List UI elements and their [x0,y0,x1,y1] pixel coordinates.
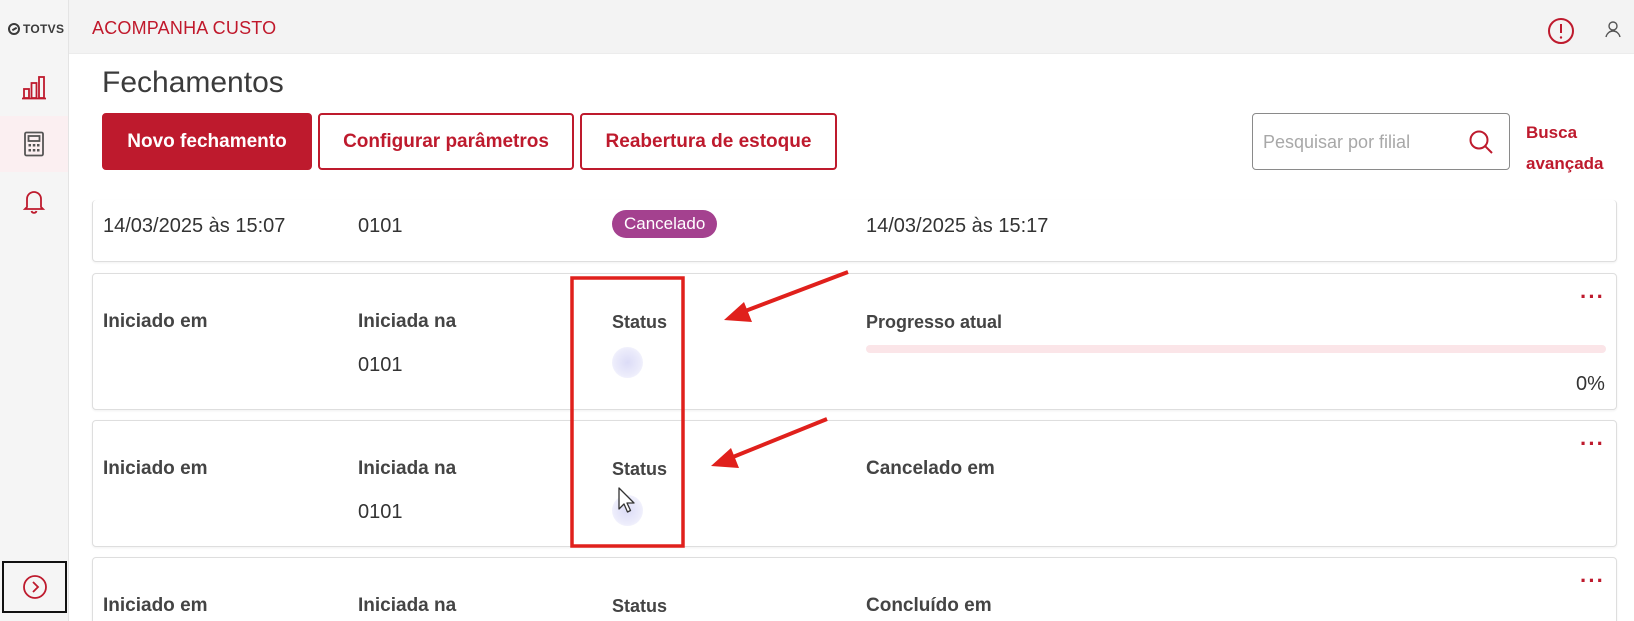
mouse-cursor-icon [618,487,635,513]
branch-value: 0101 [358,354,403,376]
branch-search-input[interactable] [1263,128,1458,156]
advanced-search-link[interactable]: Busca avançada [1526,117,1618,179]
configure-parameters-button[interactable]: Configurar parâmetros [318,113,574,170]
closing-card: ··· Iniciado em Iniciada na 0101 Status … [92,273,1617,410]
branch-search [1252,113,1510,170]
started-label: Iniciado em [103,458,208,479]
progress-percent: 0% [1576,373,1605,395]
branch-value: 0101 [358,501,403,523]
sidebar-item-closings[interactable] [0,116,68,172]
status-label: Status [612,312,668,332]
progress-bar [866,345,1606,353]
top-bar: ACOMPANHA CUSTO [69,0,1634,54]
closing-card: ··· Iniciado em Iniciada na 0101 Status … [92,420,1617,547]
branch-label: Iniciada na [358,595,457,616]
user-icon[interactable] [1602,18,1624,40]
more-options-button[interactable]: ··· [1580,431,1605,457]
calculator-icon [24,131,44,157]
started-value: 14/03/2025 às 15:07 [103,215,286,237]
stock-reopening-button[interactable]: Reabertura de estoque [580,113,837,170]
page-title: Fechamentos [102,66,284,99]
started-label: Iniciado em [103,595,208,616]
more-options-button[interactable]: ··· [1580,568,1605,594]
logo-text: TOTVS [23,22,65,36]
branch-label: Iniciada na [358,311,457,332]
sidebar-item-reports[interactable] [0,59,68,115]
sidebar-item-notifications[interactable] [0,173,68,229]
progress-label: Progresso atual [866,312,1003,332]
sidebar: TOTVS [0,0,69,621]
bar-chart-icon [22,76,46,100]
advanced-search-line1: Busca [1526,123,1578,142]
advanced-search-line2: avançada [1526,154,1604,173]
new-closing-button[interactable]: Novo fechamento [102,113,312,170]
sidebar-expand-button[interactable] [2,561,67,613]
end-label: Cancelado em [866,458,995,479]
status-badge: Cancelado [612,210,718,238]
end-label: Concluído em [866,595,992,616]
chevron-right-circle-icon [22,575,47,599]
branch-value: 0101 [358,215,403,237]
branch-label: Iniciada na [358,458,457,479]
status-label: Status [612,596,668,616]
end-value: 14/03/2025 às 15:17 [866,215,1049,237]
started-label: Iniciado em [103,311,208,332]
totvs-logo-icon [8,23,20,35]
closing-card: ··· Iniciado em Iniciada na Status Concl… [92,557,1617,621]
bell-icon [22,191,46,214]
status-label: Status [612,459,668,479]
closing-card: 14/03/2025 às 15:07 0101 Cancelado 14/03… [92,200,1617,262]
app-title: ACOMPANHA CUSTO [92,18,277,38]
status-loading-indicator [612,347,643,378]
alert-circle-icon[interactable] [1547,17,1575,45]
search-icon[interactable] [1467,128,1495,156]
totvs-logo: TOTVS [8,22,64,36]
more-options-button[interactable]: ··· [1580,284,1605,310]
